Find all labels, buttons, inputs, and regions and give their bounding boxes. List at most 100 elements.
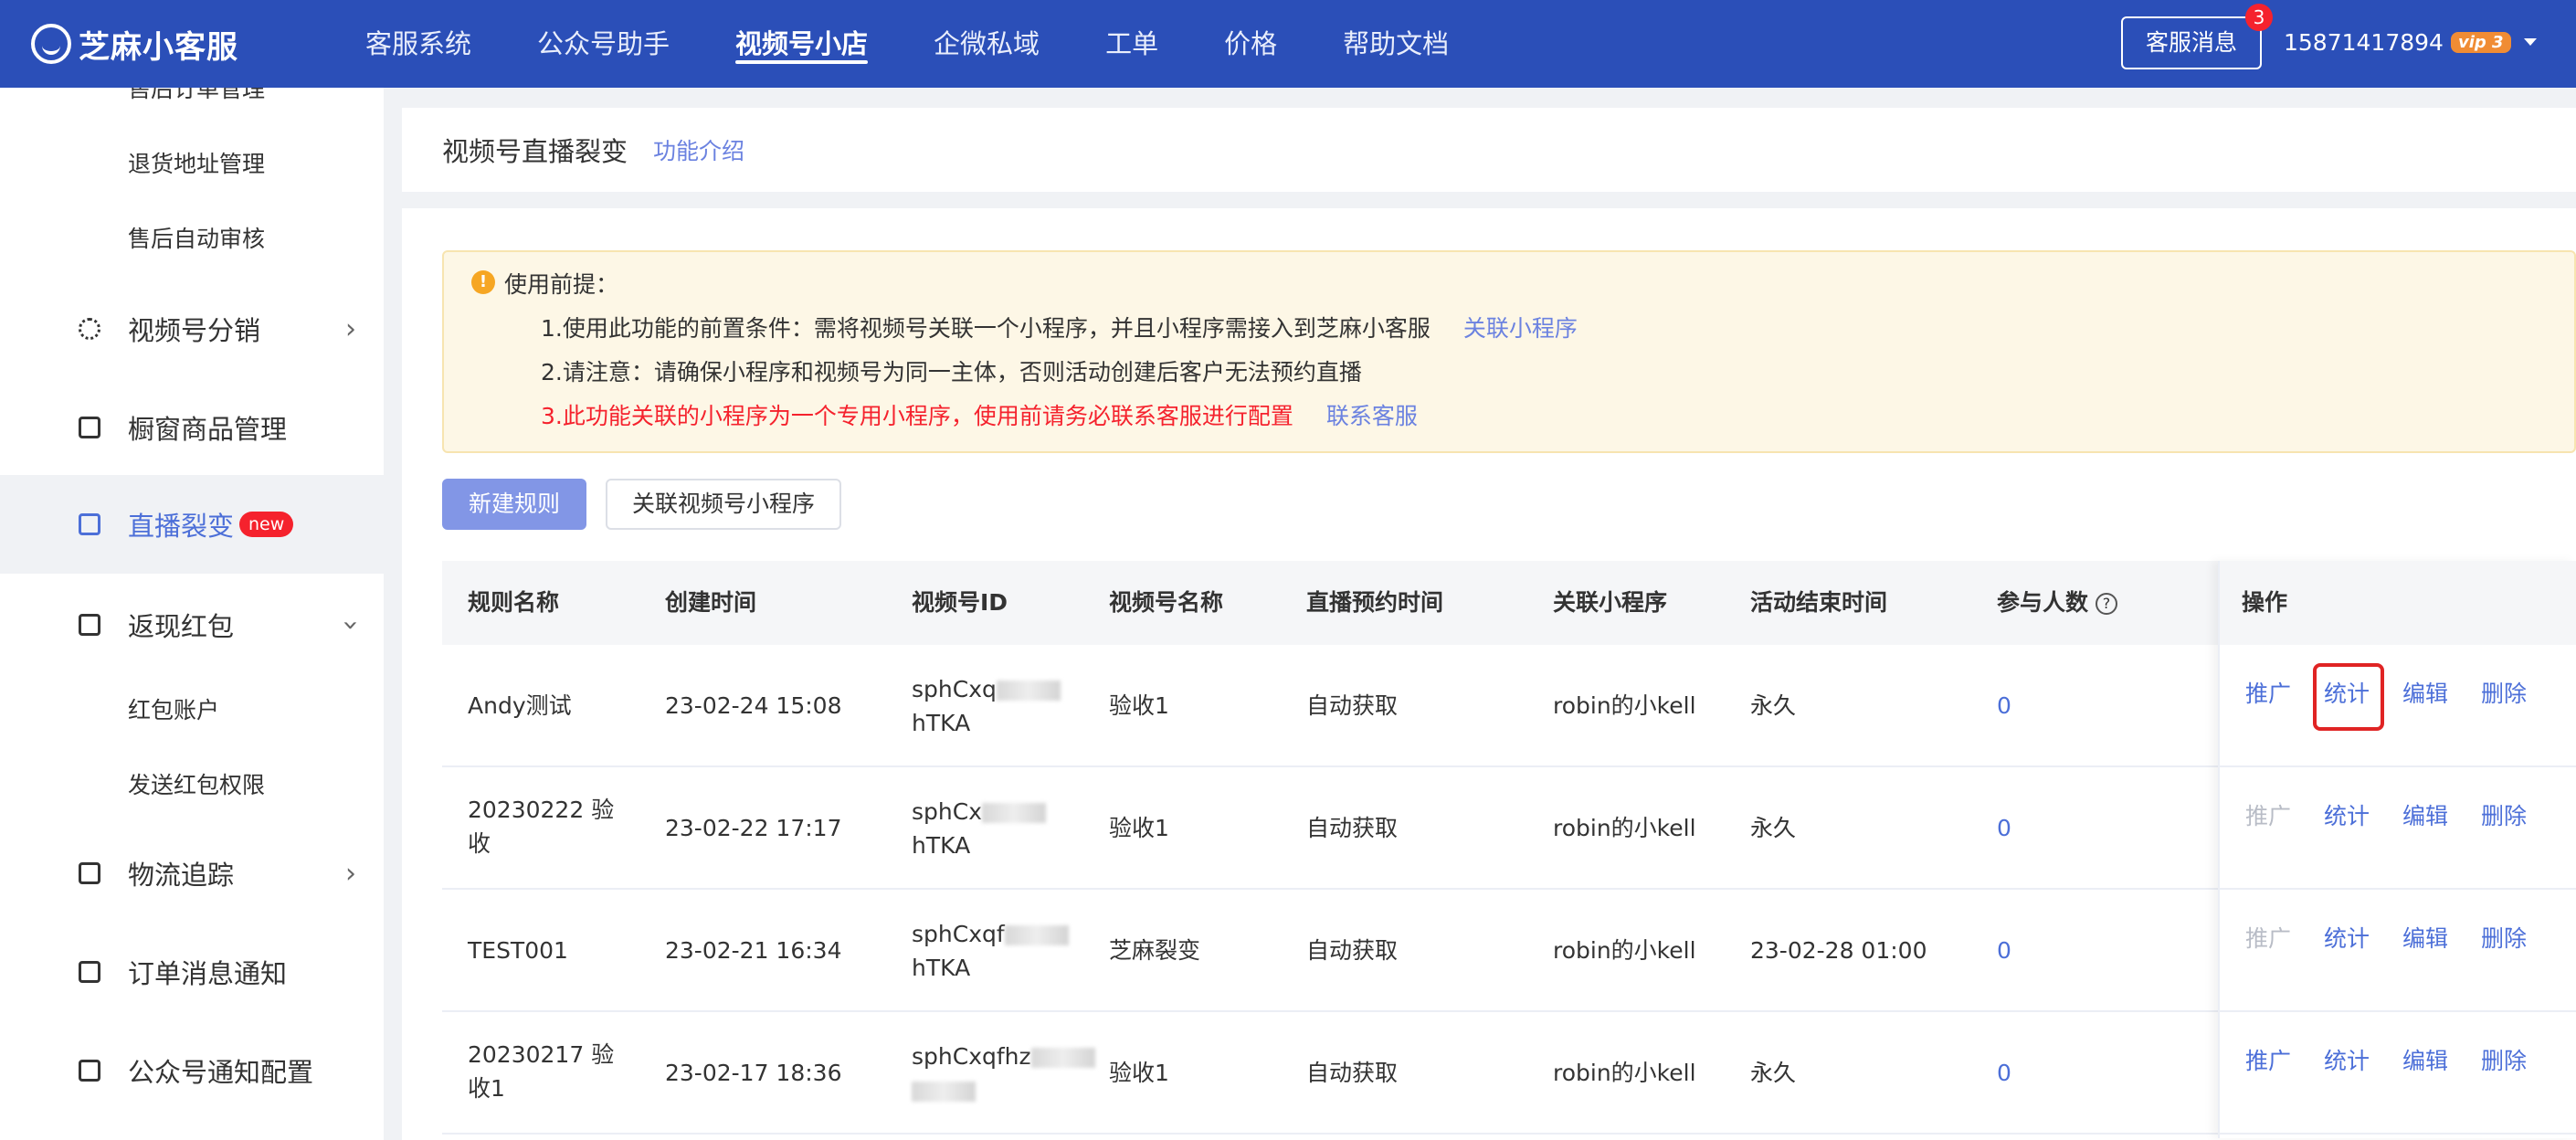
promote-button[interactable]: 推广: [2245, 921, 2291, 954]
sidebar-item-label: 红包账户: [128, 697, 220, 723]
cell-channel-id: sphCxq hTKA: [912, 672, 1061, 740]
cell-end-time: 永久: [1750, 814, 1797, 841]
cell-participants[interactable]: 0: [1997, 767, 2011, 888]
nav-item-pricing[interactable]: 价格: [1224, 0, 1277, 88]
cell-miniprogram: robin的小kell: [1553, 691, 1696, 719]
sidebar-item-cashback-redpacket[interactable]: 返现红包 ›: [0, 581, 384, 669]
sidebar: 售后订单管理 退货地址管理 售后自动审核 视频号分销 › 橱窗商品管理 直播裂变…: [0, 88, 384, 1140]
edit-button[interactable]: 编辑: [2402, 1043, 2448, 1076]
col-end-time: 活动结束时间: [1750, 589, 1888, 616]
sidebar-item-channel-distribution[interactable]: 视频号分销 ›: [0, 285, 384, 373]
main-nav: 客服系统 公众号助手 视频号小店 企微私域 工单 价格 帮助文档: [365, 0, 1515, 88]
channel-id-suffix: hTKA: [912, 832, 971, 859]
edit-button[interactable]: 编辑: [2402, 676, 2448, 709]
col-participants-label: 参与人数: [1997, 589, 2089, 616]
sidebar-item-order-notifications[interactable]: 订单消息通知: [0, 928, 384, 1016]
customer-messages-button[interactable]: 客服消息 3: [2121, 4, 2273, 69]
notice-title: 使用前提：: [504, 271, 619, 298]
chevron-right-icon: ›: [345, 857, 356, 890]
cell-channel-name: 验收1: [1109, 1059, 1169, 1086]
vip-badge: vip 3: [2450, 31, 2511, 53]
redacted-blur: [996, 681, 1061, 701]
link-miniprogram-link[interactable]: 关联小程序: [1463, 315, 1578, 342]
notice-line-3-text: 3.此功能关联的小程序为一个专用小程序，使用前请务必联系客服进行配置: [541, 403, 1293, 429]
sidebar-item-showcase-products[interactable]: 橱窗商品管理: [0, 384, 384, 471]
col-channel-name: 视频号名称: [1109, 589, 1224, 616]
nav-item-customer-service[interactable]: 客服系统: [365, 0, 471, 88]
cell-end-time: 永久: [1750, 1059, 1797, 1086]
delete-button[interactable]: 删除: [2481, 921, 2527, 954]
logo-text: 芝麻小客服: [79, 28, 238, 66]
col-created-time: 创建时间: [665, 589, 757, 616]
nav-item-tickets[interactable]: 工单: [1105, 0, 1158, 88]
promote-button[interactable]: 推广: [2245, 676, 2291, 709]
contact-support-link[interactable]: 联系客服: [1326, 403, 1418, 429]
stats-button[interactable]: 统计: [2324, 921, 2370, 954]
stats-button[interactable]: 统计: [2324, 798, 2370, 831]
cell-channel-id: sphCxqfhz: [912, 1040, 1095, 1107]
clipboard-icon: [79, 1060, 100, 1082]
edit-button[interactable]: 编辑: [2402, 921, 2448, 954]
promote-button[interactable]: 推广: [2245, 798, 2291, 831]
edit-button[interactable]: 编辑: [2402, 798, 2448, 831]
customer-messages-label: 客服消息: [2145, 29, 2237, 56]
nav-item-help-docs[interactable]: 帮助文档: [1343, 0, 1449, 88]
sidebar-item-return-address[interactable]: 退货地址管理: [0, 135, 384, 190]
share-icon: [79, 318, 100, 340]
help-icon[interactable]: ?: [2096, 593, 2118, 615]
stats-button[interactable]: 统计: [2324, 676, 2370, 709]
cell-participants[interactable]: 0: [1997, 1012, 2011, 1133]
cell-created-time: 23-02-22 17:17: [665, 814, 842, 841]
clipboard-icon: [79, 961, 100, 983]
delete-button[interactable]: 删除: [2481, 798, 2527, 831]
cell-participants[interactable]: 0: [1997, 645, 2011, 765]
sidebar-item-after-sale-orders[interactable]: 售后订单管理: [0, 88, 384, 115]
delete-button[interactable]: 删除: [2481, 676, 2527, 709]
cell-channel-id: sphCxqf hTKA: [912, 917, 1069, 985]
sidebar-item-label: 视频号分销: [128, 315, 261, 346]
link-channel-miniprogram-button[interactable]: 关联视频号小程序: [606, 479, 841, 530]
redacted-blur: [1004, 925, 1069, 945]
cell-rule-name: TEST001: [468, 936, 568, 964]
cell-created-time: 23-02-21 16:34: [665, 936, 842, 964]
sidebar-item-live-fission[interactable]: 直播裂变 new: [0, 475, 384, 574]
message-count-badge: 3: [2245, 4, 2273, 31]
delete-button[interactable]: 删除: [2481, 1043, 2527, 1076]
cell-channel-name: 验收1: [1109, 691, 1169, 719]
cell-channel-id: sphCx hTKA: [912, 795, 1046, 862]
cell-channel-name: 芝麻裂变: [1109, 936, 1201, 964]
cell-rule-name: 20230222 验收: [468, 797, 615, 857]
notice-line-3: 3.此功能关联的小程序为一个专用小程序，使用前请务必联系客服进行配置 联系客服: [541, 398, 1418, 431]
stats-button[interactable]: 统计: [2324, 1043, 2370, 1076]
notice-line-1: 1.使用此功能的前置条件：需将视频号关联一个小程序，并且小程序需接入到芝麻小客服…: [541, 311, 1578, 343]
col-miniprogram: 关联小程序: [1553, 589, 1668, 616]
page-header: 视频号直播裂变 功能介绍: [402, 108, 2576, 192]
redpacket-icon: [79, 614, 100, 636]
nav-item-wecom[interactable]: 企微私域: [934, 0, 1040, 88]
new-rule-button[interactable]: 新建规则: [442, 479, 586, 530]
top-nav-bar: 芝麻小客服 客服系统 公众号助手 视频号小店 企微私域 工单 价格 帮助文档 客…: [0, 0, 2576, 88]
feature-intro-link[interactable]: 功能介绍: [653, 133, 744, 166]
logo-smile-icon: [31, 24, 71, 64]
notice-line-1-text: 1.使用此功能的前置条件：需将视频号关联一个小程序，并且小程序需接入到芝麻小客服: [541, 315, 1431, 342]
redacted-blur: [982, 803, 1046, 823]
sidebar-item-redpacket-permission[interactable]: 发送红包权限: [0, 756, 384, 811]
cell-participants[interactable]: 0: [1997, 890, 2011, 1010]
nav-item-channel-shop[interactable]: 视频号小店: [735, 0, 869, 88]
user-menu[interactable]: 15871417894 vip 3: [2284, 24, 2537, 60]
cell-reserve-time: 自动获取: [1306, 691, 1399, 719]
channel-id-suffix: hTKA: [912, 710, 971, 736]
sidebar-item-label: 橱窗商品管理: [128, 414, 288, 445]
sidebar-item-oa-notify-config[interactable]: 公众号通知配置: [0, 1027, 384, 1114]
promote-button[interactable]: 推广: [2245, 1043, 2291, 1076]
sidebar-item-redpacket-account[interactable]: 红包账户: [0, 681, 384, 736]
redacted-blur: [912, 1082, 976, 1102]
sidebar-item-auto-review[interactable]: 售后自动审核: [0, 210, 384, 265]
sidebar-item-label: 退货地址管理: [128, 151, 266, 177]
nav-item-official-account[interactable]: 公众号助手: [537, 0, 670, 88]
chevron-right-icon: ›: [345, 312, 356, 345]
sidebar-item-logistics[interactable]: 物流追踪 ›: [0, 829, 384, 917]
prerequisite-notice: ! 使用前提： 1.使用此功能的前置条件：需将视频号关联一个小程序，并且小程序需…: [442, 250, 2576, 453]
channel-id-suffix: hTKA: [912, 955, 971, 981]
logo[interactable]: 芝麻小客服: [31, 20, 238, 68]
